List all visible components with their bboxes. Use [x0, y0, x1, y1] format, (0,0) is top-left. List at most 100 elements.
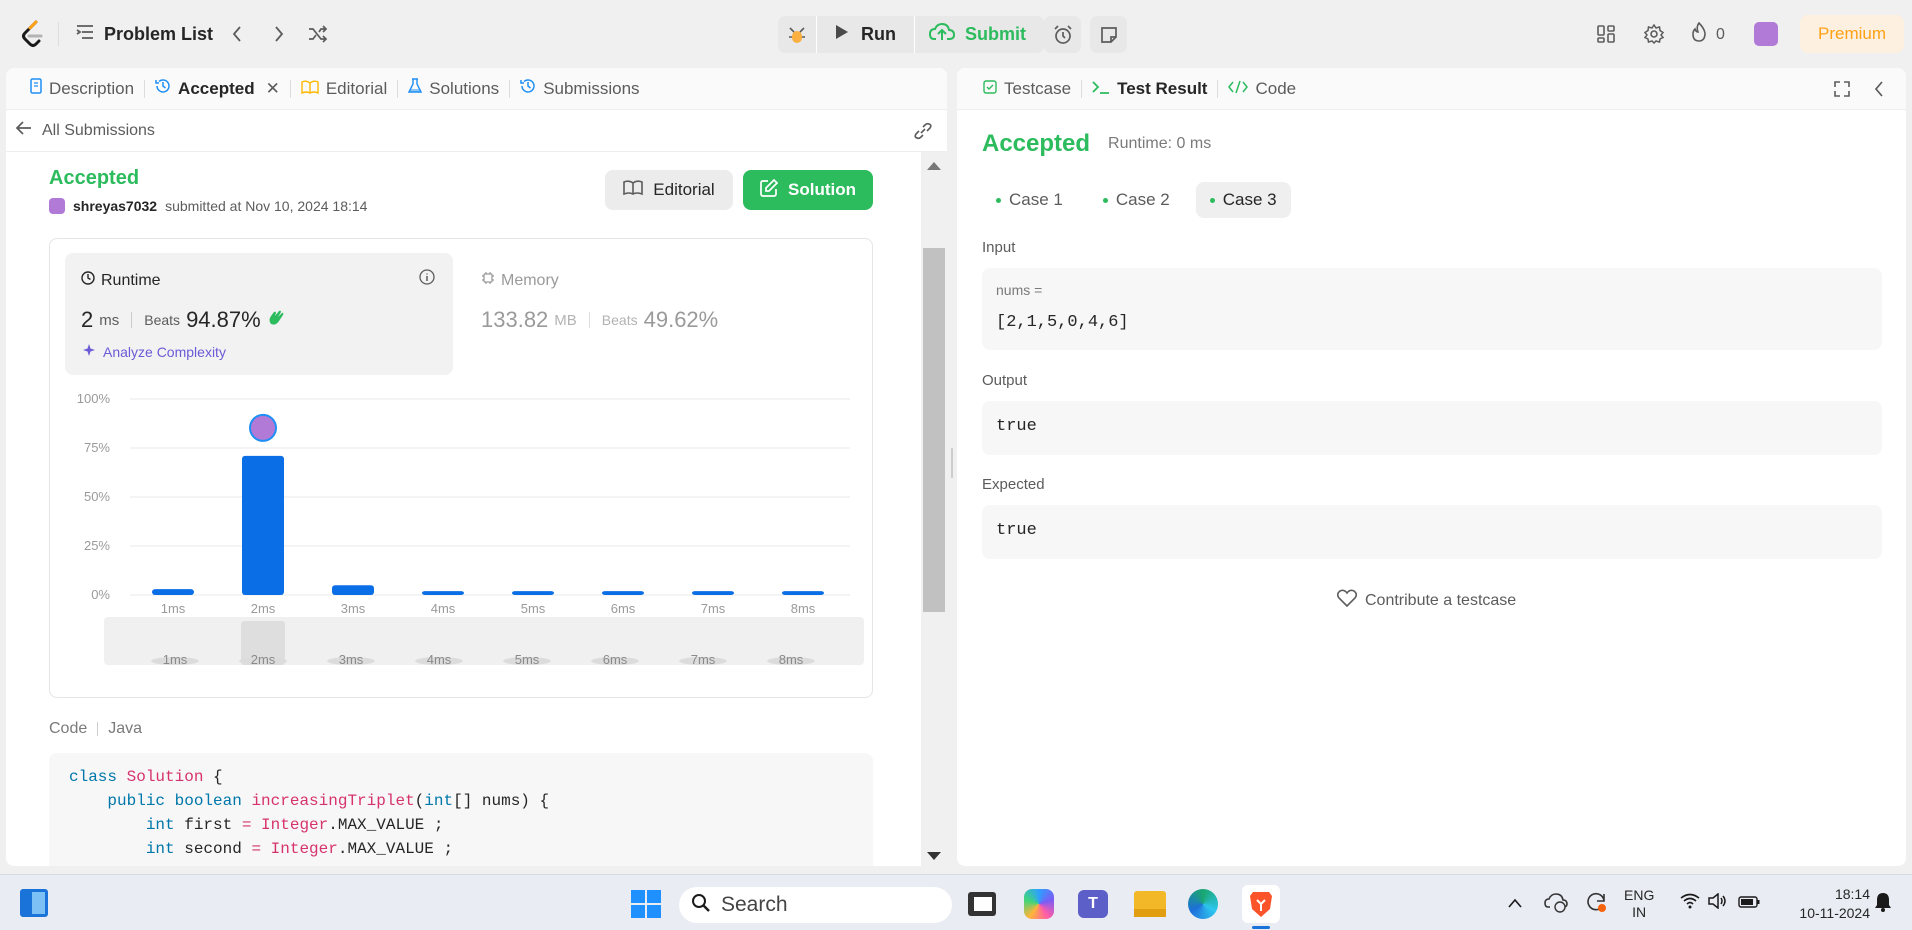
- layout-grid-icon[interactable]: [1594, 22, 1618, 46]
- code-token: Integer: [270, 840, 338, 858]
- code-token: {: [203, 768, 223, 786]
- range-tick-label: 3ms: [339, 652, 364, 667]
- case-tab-3[interactable]: Case 3: [1195, 182, 1291, 218]
- file-explorer-icon[interactable]: [1134, 891, 1166, 917]
- runtime-card[interactable]: Runtime 2 ms Beats 94.87% Analyze Comple…: [65, 253, 453, 375]
- submit-button[interactable]: Submit: [915, 16, 1044, 53]
- right-panel: Testcase Test Result Code Accepted Runti…: [957, 68, 1906, 866]
- clock-icon: [81, 271, 95, 290]
- username[interactable]: shreyas7032: [73, 198, 157, 214]
- tab-description-label: Description: [49, 78, 135, 98]
- windows-start-icon[interactable]: [631, 890, 661, 918]
- settings-gear-icon[interactable]: [1642, 22, 1666, 46]
- tab-code[interactable]: Code: [1218, 68, 1306, 110]
- prev-problem-chevron-left-icon[interactable]: [226, 22, 248, 46]
- debug-bug-icon[interactable]: [778, 16, 816, 53]
- scroll-up-arrow-icon[interactable]: [927, 162, 941, 170]
- heart-icon: [1336, 589, 1358, 612]
- teams-icon[interactable]: T: [1078, 890, 1108, 918]
- range-tick-label: 4ms: [427, 652, 452, 667]
- flask-icon: [408, 78, 423, 99]
- code-viewer[interactable]: class Solution { public boolean increasi…: [49, 753, 873, 866]
- next-problem-chevron-right-icon[interactable]: [268, 22, 290, 46]
- edit-pencil-icon: [760, 178, 779, 202]
- wifi-icon[interactable]: [1680, 893, 1700, 914]
- case-1-label: Case 1: [1009, 190, 1063, 209]
- analyze-complexity-link[interactable]: Analyze Complexity: [83, 343, 226, 360]
- panel-resize-handle[interactable]: [951, 448, 953, 478]
- leetcode-logo-icon[interactable]: [20, 20, 46, 48]
- memory-card[interactable]: Memory 133.82 MB Beats 49.62%: [465, 253, 853, 375]
- tab-solutions[interactable]: Solutions: [398, 68, 509, 110]
- tab-editorial[interactable]: Editorial: [291, 68, 397, 110]
- expected-box: true: [982, 505, 1882, 559]
- info-icon[interactable]: [419, 269, 435, 290]
- sync-icon[interactable]: [1584, 891, 1608, 918]
- streak-counter[interactable]: 0: [1690, 21, 1725, 47]
- editorial-book-icon: [623, 179, 644, 201]
- tab-test-result[interactable]: Test Result: [1082, 68, 1217, 110]
- scroll-down-arrow-icon[interactable]: [927, 852, 941, 860]
- widgets-icon[interactable]: [20, 889, 48, 917]
- solution-button[interactable]: Solution: [743, 170, 873, 210]
- memory-beats-value: 49.62%: [643, 307, 719, 332]
- volume-icon[interactable]: [1708, 892, 1728, 914]
- shuffle-icon[interactable]: [306, 22, 330, 46]
- notes-icon[interactable]: [1090, 16, 1127, 53]
- show-hidden-icons-chevron-up-icon[interactable]: [1508, 895, 1522, 913]
- y-tick-label: 75%: [84, 440, 110, 455]
- run-button[interactable]: Run: [817, 16, 914, 53]
- submission-meta: shreyas7032 submitted at Nov 10, 2024 18…: [49, 198, 367, 214]
- collapse-chevron-left-icon[interactable]: [1874, 81, 1884, 102]
- bar-6ms: [602, 591, 644, 595]
- submit-label: Submit: [965, 24, 1026, 44]
- y-tick-label: 25%: [84, 538, 110, 553]
- code-token: boolean: [174, 792, 252, 810]
- copilot-icon[interactable]: [1024, 889, 1054, 919]
- submitted-text: submitted at Nov 10, 2024 18:14: [165, 198, 368, 214]
- task-view-icon[interactable]: [968, 892, 996, 916]
- clock[interactable]: 18:14 10-11-2024: [1770, 885, 1870, 923]
- code-token: [] nums) {: [453, 792, 550, 810]
- tab-description[interactable]: Description: [20, 68, 144, 110]
- tab-submissions[interactable]: Submissions: [510, 68, 649, 110]
- user-avatar[interactable]: [1754, 22, 1778, 46]
- code-token: .MAX_VALUE ;: [337, 840, 454, 858]
- contribute-testcase-link[interactable]: Contribute a testcase: [1336, 589, 1516, 612]
- language-indicator[interactable]: ENG IN: [1624, 887, 1654, 921]
- clock-date: 10-11-2024: [1799, 905, 1870, 921]
- user-avatar-small: [49, 198, 65, 214]
- share-link-icon[interactable]: [913, 122, 933, 145]
- output-value: true: [996, 417, 1037, 436]
- tab-testcase[interactable]: Testcase: [973, 68, 1081, 110]
- runtime-distribution-chart: 0% 25% 50% 75% 100% 1ms 2ms 3ms 4ms 5ms 6ms 7ms 8ms 1…: [77, 391, 864, 667]
- memory-value: 133.82: [481, 307, 549, 332]
- bar-1ms: [152, 589, 194, 595]
- vertical-scrollbar[interactable]: [921, 152, 947, 866]
- timer-alarm-icon[interactable]: [1044, 16, 1081, 53]
- problem-list-button[interactable]: Problem List: [76, 18, 213, 50]
- editorial-button[interactable]: Editorial: [605, 170, 733, 210]
- taskbar-search-box[interactable]: Search: [679, 887, 952, 923]
- brave-browser-icon[interactable]: [1242, 885, 1280, 929]
- close-tab-icon[interactable]: ✕: [266, 79, 280, 99]
- tab-accepted[interactable]: Accepted ✕: [145, 68, 290, 110]
- maximize-icon[interactable]: [1834, 81, 1850, 102]
- case-tab-2[interactable]: Case 2: [1089, 182, 1184, 218]
- streak-count: 0: [1716, 25, 1725, 43]
- case-tab-1[interactable]: Case 1: [982, 182, 1077, 218]
- user-avatar-marker: [249, 413, 277, 442]
- bar-3ms: [332, 585, 374, 595]
- runtime-beats-label: Beats: [144, 312, 181, 328]
- battery-icon[interactable]: [1738, 895, 1760, 913]
- notification-bell-icon[interactable]: [1874, 892, 1892, 917]
- code-header: Code Java: [49, 720, 142, 738]
- scrollbar-thumb[interactable]: [923, 248, 945, 612]
- edge-browser-icon[interactable]: [1188, 889, 1218, 919]
- onedrive-cloud-icon[interactable]: [1544, 891, 1568, 918]
- back-to-all-submissions-link[interactable]: All Submissions: [15, 121, 155, 140]
- runtime-title-label: Runtime: [101, 271, 161, 289]
- code-token: .MAX_VALUE ;: [328, 816, 444, 834]
- premium-button[interactable]: Premium: [1800, 15, 1904, 53]
